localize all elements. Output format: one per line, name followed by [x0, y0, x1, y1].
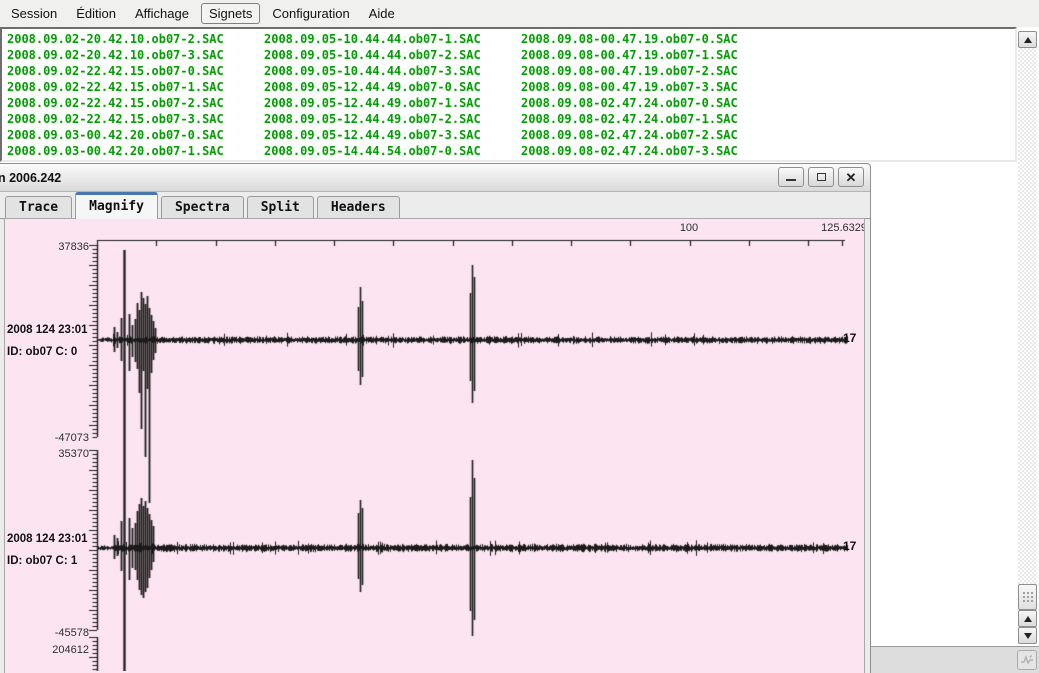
file-list-item[interactable]: 2008.09.02-22.42.15.ob07-1.SAC	[7, 79, 264, 95]
close-icon: ✕	[846, 171, 857, 184]
menu-item-signets[interactable]: Signets	[201, 3, 260, 24]
tab-trace[interactable]: Trace	[5, 196, 72, 218]
file-list-item[interactable]: 2008.09.05-10.44.44.ob07-1.SAC	[264, 31, 521, 47]
scale-max-label: 35370	[5, 448, 89, 460]
tab-bar: TraceMagnifySpectraSplitHeaders	[0, 192, 870, 219]
file-list-item[interactable]: 2008.09.08-02.47.24.ob07-0.SAC	[521, 95, 778, 111]
menu-item-affichage[interactable]: Affichage	[128, 4, 196, 23]
scroll-up-button-bottom[interactable]	[1018, 610, 1037, 627]
file-list-item[interactable]: 2008.09.08-00.47.19.ob07-3.SAC	[521, 79, 778, 95]
file-list-item[interactable]: 2008.09.05-12.44.49.ob07-1.SAC	[264, 95, 521, 111]
maximize-icon	[817, 173, 826, 181]
tab-split[interactable]: Split	[247, 196, 314, 218]
tab-magnify[interactable]: Magnify	[75, 192, 158, 219]
file-list-item[interactable]: 2008.09.08-00.47.19.ob07-0.SAC	[521, 31, 778, 47]
file-list-item[interactable]: 2008.09.08-02.47.24.ob07-2.SAC	[521, 127, 778, 143]
trace-end-label: 17	[843, 331, 856, 345]
file-list-item[interactable]: 2008.09.05-12.44.49.ob07-3.SAC	[264, 127, 521, 143]
file-list-item[interactable]: 2008.09.08-02.47.24.ob07-3.SAC	[521, 143, 778, 159]
menu-bar: Session Édition Affichage Signets Configurat…	[0, 0, 1039, 27]
seismogram-canvas[interactable]	[5, 219, 865, 671]
screen: Session Édition Affichage Signets Configurat…	[0, 0, 1039, 673]
file-list-item[interactable]: 2008.09.03-00.42.20.ob07-0.SAC	[7, 127, 264, 143]
corner-tool-button[interactable]	[1017, 650, 1037, 670]
file-list-item[interactable]: 2008.09.02-20.42.10.ob07-2.SAC	[7, 31, 264, 47]
file-list-item[interactable]: 2008.09.02-22.42.15.ob07-2.SAC	[7, 95, 264, 111]
x-axis-tick-label: 100	[665, 222, 713, 234]
maximize-button[interactable]	[808, 167, 834, 187]
scale-max-label: 204612	[5, 644, 89, 656]
trace-time-label: 2008 124 23:01	[7, 533, 88, 545]
file-column-2: 2008.09.05-10.44.44.ob07-1.SAC2008.09.05…	[264, 31, 521, 160]
waveform-pen-icon	[1020, 654, 1034, 666]
trace-window: n 2006.242 ✕ TraceMagnifySpectraSplitHea…	[0, 163, 871, 673]
menu-item-aide[interactable]: Aide	[362, 4, 402, 23]
close-button[interactable]: ✕	[838, 167, 864, 187]
main-vertical-scrollbar[interactable]	[1018, 31, 1037, 644]
file-list-item[interactable]: 2008.09.05-14.44.54.ob07-0.SAC	[264, 143, 521, 159]
tab-headers[interactable]: Headers	[317, 196, 400, 218]
scroll-up-button-top[interactable]	[1018, 31, 1037, 48]
scroll-down-button[interactable]	[1018, 627, 1037, 644]
file-list-item[interactable]: 2008.09.02-22.42.15.ob07-3.SAC	[7, 111, 264, 127]
scrollbar-track[interactable]	[1018, 48, 1037, 610]
menu-item-configuration[interactable]: Configuration	[265, 4, 356, 23]
up-arrow-icon	[1024, 37, 1032, 43]
file-list-item[interactable]: 2008.09.08-00.47.19.ob07-2.SAC	[521, 63, 778, 79]
scale-max-label: 37836	[5, 241, 89, 253]
bottom-right-panel	[870, 646, 1039, 673]
file-list-item[interactable]: 2008.09.08-00.47.19.ob07-1.SAC	[521, 47, 778, 63]
minimize-icon	[786, 179, 796, 181]
file-list-item[interactable]: 2008.09.05-12.44.49.ob07-0.SAC	[264, 79, 521, 95]
minimize-button[interactable]	[778, 167, 804, 187]
scrollbar-thumb[interactable]	[1018, 584, 1037, 610]
menu-item-édition[interactable]: Édition	[69, 4, 123, 23]
grip-dots-icon	[1022, 591, 1033, 604]
window-title: n 2006.242	[0, 171, 61, 185]
file-list-item[interactable]: 2008.09.02-22.42.15.ob07-0.SAC	[7, 63, 264, 79]
trace-id-label: ID: ob07 C: 1	[7, 555, 77, 567]
scale-min-label: -47073	[5, 432, 89, 444]
up-arrow-icon	[1024, 616, 1032, 622]
magnify-plot-panel[interactable]: 100 125.6329 37836 -47073 2008 124 23:01 ID…	[4, 218, 865, 673]
file-list-item[interactable]: 2008.09.05-10.44.44.ob07-2.SAC	[264, 47, 521, 63]
x-axis-end-label: 125.6329	[787, 222, 865, 234]
file-list-item[interactable]: 2008.09.02-20.42.10.ob07-3.SAC	[7, 47, 264, 63]
menu-item-session[interactable]: Session	[4, 4, 64, 23]
file-column-3: 2008.09.08-00.47.19.ob07-0.SAC2008.09.08…	[521, 31, 778, 160]
down-arrow-icon	[1024, 633, 1032, 639]
trace-id-label: ID: ob07 C: 0	[7, 346, 77, 358]
file-list-item[interactable]: 2008.09.03-00.42.20.ob07-1.SAC	[7, 143, 264, 159]
file-column-1: 2008.09.02-20.42.10.ob07-2.SAC2008.09.02…	[7, 31, 264, 160]
file-list-item[interactable]: 2008.09.05-10.44.44.ob07-3.SAC	[264, 63, 521, 79]
file-list-item[interactable]: 2008.09.05-12.44.49.ob07-2.SAC	[264, 111, 521, 127]
scale-min-label: -45578	[5, 627, 89, 639]
trace-time-label: 2008 124 23:01	[7, 324, 88, 336]
sac-file-list[interactable]: 2008.09.02-20.42.10.ob07-2.SAC2008.09.02…	[0, 27, 1017, 162]
window-titlebar[interactable]: n 2006.242 ✕	[0, 164, 870, 192]
tab-spectra[interactable]: Spectra	[161, 196, 244, 218]
file-list-item[interactable]: 2008.09.08-02.47.24.ob07-1.SAC	[521, 111, 778, 127]
trace-end-label: 17	[843, 539, 856, 553]
